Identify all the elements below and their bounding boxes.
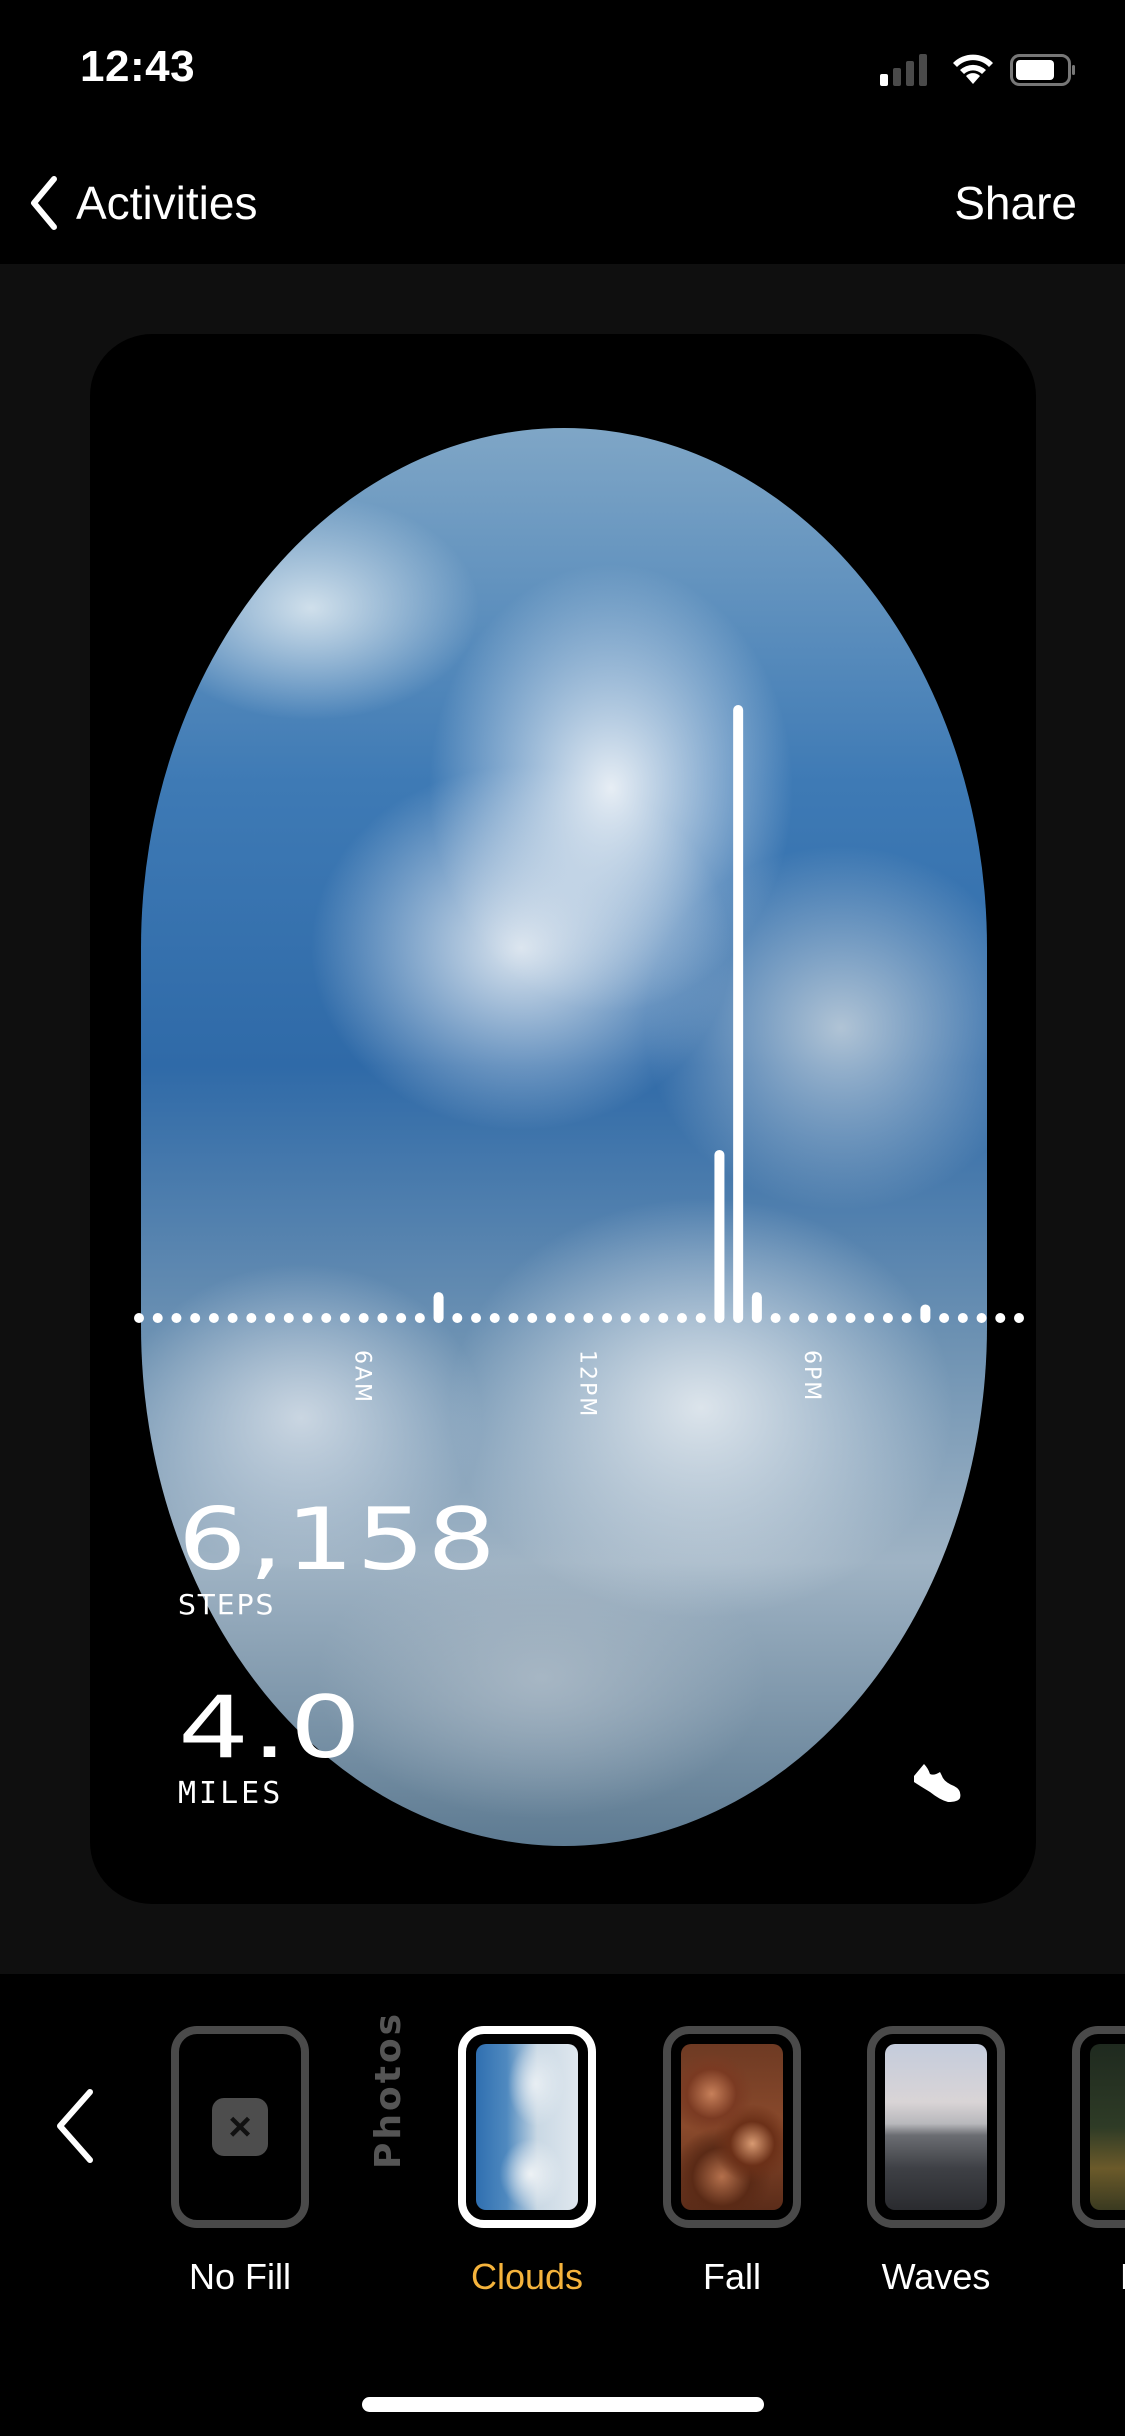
forest-label: Fo bbox=[1041, 2256, 1125, 2298]
waves-label: Waves bbox=[881, 2256, 991, 2297]
background-picker: × No Fill Photos Clouds Fall Waves Fo bbox=[0, 1974, 1125, 2436]
no-fill-option[interactable]: × bbox=[171, 2026, 309, 2228]
clouds-label: Clouds bbox=[470, 2256, 584, 2297]
forest-option[interactable] bbox=[1072, 2026, 1125, 2228]
back-button[interactable]: Activities bbox=[24, 168, 257, 238]
clouds-photo-background bbox=[141, 428, 987, 1846]
waves-option[interactable] bbox=[867, 2026, 1005, 2228]
share-button[interactable]: Share bbox=[954, 170, 1077, 236]
home-indicator bbox=[362, 2397, 764, 2412]
fall-label: Fall bbox=[702, 2256, 761, 2297]
status-bar: 12:43 bbox=[0, 0, 1125, 140]
fall-thumbnail bbox=[681, 2044, 783, 2210]
no-fill-label: No Fill bbox=[188, 2256, 291, 2297]
chevron-left-icon[interactable] bbox=[50, 2086, 100, 2166]
wifi-icon bbox=[953, 54, 993, 84]
no-fill-x-icon: × bbox=[212, 2098, 268, 2156]
shoe-icon bbox=[914, 1764, 961, 1802]
steps-label: STEPS bbox=[178, 1588, 276, 1621]
chevron-left-icon bbox=[31, 176, 57, 230]
miles-value: 4.0 bbox=[178, 1678, 364, 1778]
battery-icon bbox=[1010, 54, 1075, 86]
photos-section-label: Photos bbox=[368, 2010, 409, 2169]
preview-stage bbox=[0, 264, 1125, 1974]
cellular-signal-icon bbox=[880, 54, 934, 86]
activity-card bbox=[90, 334, 1036, 1904]
forest-thumbnail bbox=[1090, 2044, 1125, 2210]
nav-bar: Activities Share bbox=[0, 140, 1125, 264]
miles-label: MILES bbox=[178, 1776, 284, 1811]
back-label: Activities bbox=[76, 177, 258, 229]
clouds-thumbnail bbox=[476, 2044, 578, 2210]
waves-thumbnail bbox=[885, 2044, 987, 2210]
status-time: 12:43 bbox=[80, 42, 196, 91]
steps-value: 6,158 bbox=[178, 1490, 499, 1590]
clouds-option[interactable] bbox=[458, 2026, 596, 2228]
fall-option[interactable] bbox=[663, 2026, 801, 2228]
